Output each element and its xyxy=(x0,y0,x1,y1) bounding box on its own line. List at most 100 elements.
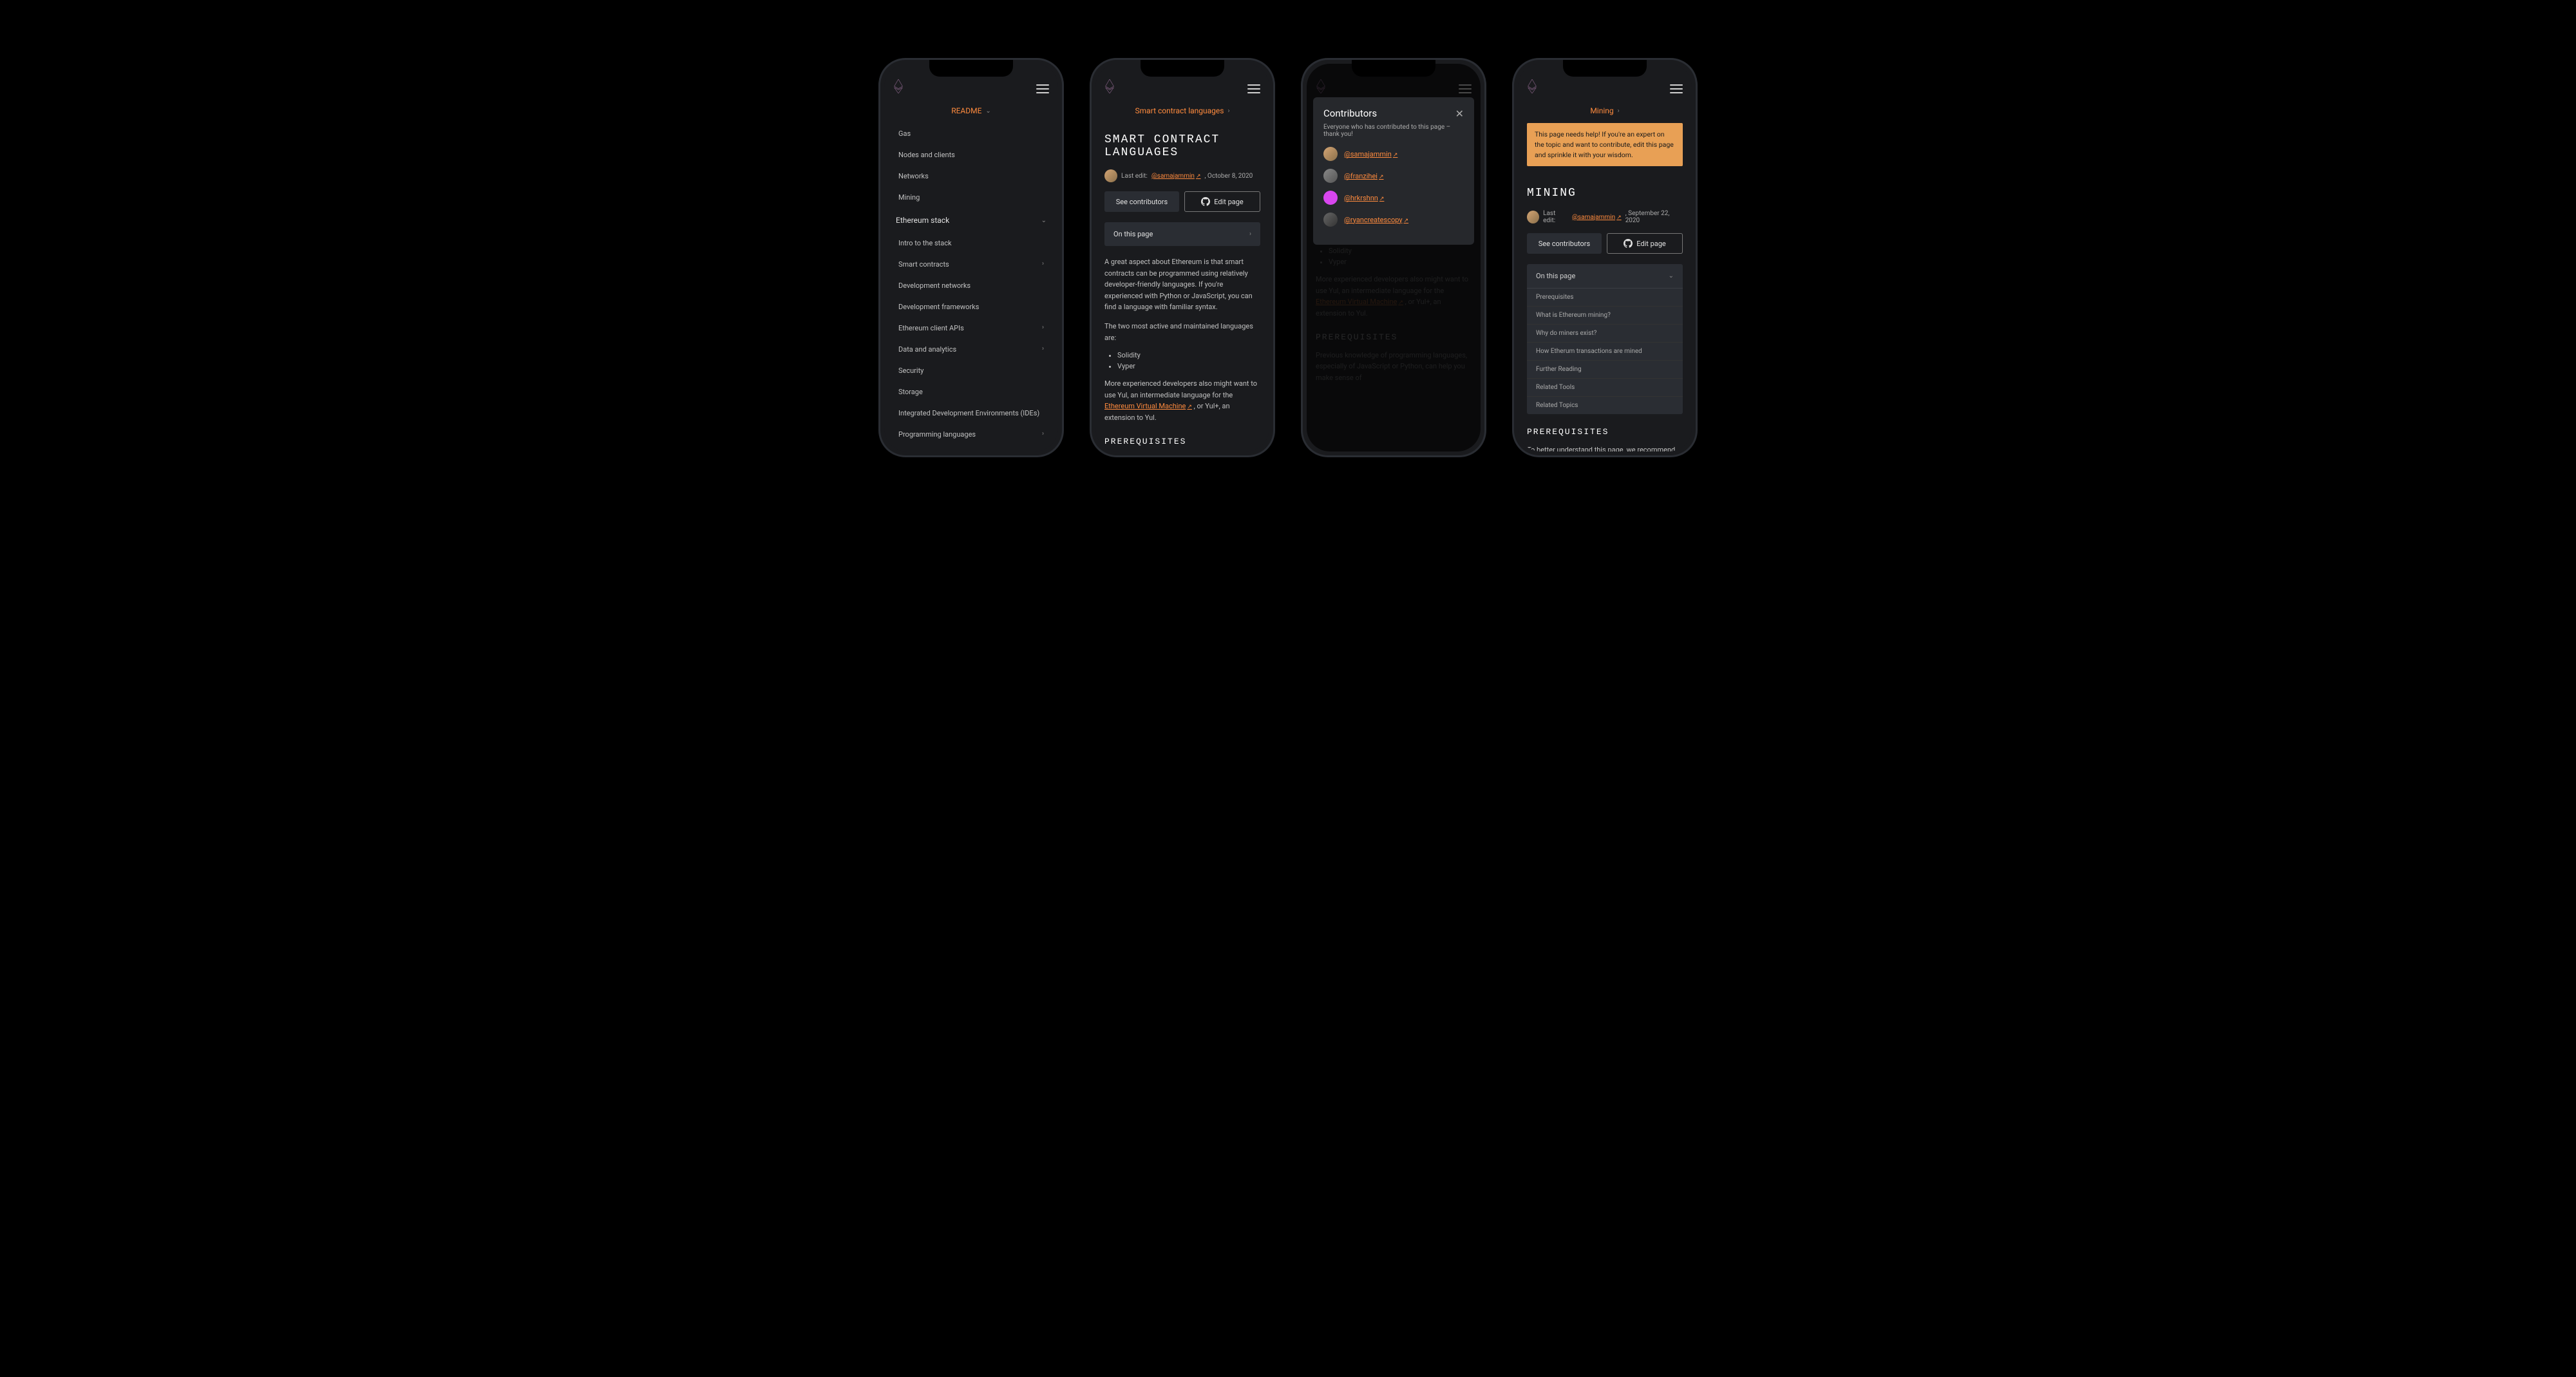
nav-item[interactable]: Programming languages› xyxy=(893,424,1049,445)
hamburger-menu-button[interactable] xyxy=(1247,84,1260,93)
see-contributors-button[interactable]: See contributors xyxy=(1527,233,1602,254)
see-contributors-button[interactable]: See contributors xyxy=(1104,191,1179,212)
edit-page-button[interactable]: Edit page xyxy=(1607,233,1683,254)
avatar xyxy=(1323,191,1338,205)
toc-item[interactable]: Prerequisites xyxy=(1527,289,1683,307)
phone-notch xyxy=(1352,60,1435,77)
editor-link[interactable]: @samajammin↗ xyxy=(1151,173,1201,180)
external-link-icon: ↗ xyxy=(1379,174,1384,180)
external-link-icon: ↗ xyxy=(1379,196,1385,202)
toc-item[interactable]: Further Reading xyxy=(1527,361,1683,379)
close-icon[interactable]: ✕ xyxy=(1455,108,1464,120)
external-link-icon: ↗ xyxy=(1616,214,1622,221)
toc-header[interactable]: On this page ⌄ xyxy=(1527,264,1683,289)
breadcrumb[interactable]: Smart contract languages › xyxy=(1095,99,1269,123)
toc-item[interactable]: Related Tools xyxy=(1527,379,1683,397)
avatar xyxy=(1323,169,1338,183)
accordion-label: On this page xyxy=(1113,230,1153,238)
contributors-modal: Contributors ✕ Everyone who has contribu… xyxy=(1313,97,1474,245)
body-paragraph: The two most active and maintained langu… xyxy=(1104,321,1260,343)
toc-item[interactable]: Why do miners exist? xyxy=(1527,325,1683,343)
breadcrumb[interactable]: Mining › xyxy=(1518,99,1692,123)
nav-item[interactable]: Data and analytics› xyxy=(893,339,1049,360)
phone-notch xyxy=(1563,60,1647,77)
github-icon xyxy=(1624,239,1633,248)
chevron-down-icon: ⌄ xyxy=(1041,217,1046,224)
chevron-right-icon: › xyxy=(1618,108,1620,115)
body-paragraph: More experienced developers also might w… xyxy=(1104,378,1260,423)
ethereum-logo-icon[interactable] xyxy=(1527,79,1537,93)
contributor-link[interactable]: @franzihei↗ xyxy=(1344,172,1384,180)
contributor-row: @ryancreatescopy↗ xyxy=(1323,213,1464,227)
nav-item[interactable]: Nodes and clients xyxy=(893,144,1049,166)
modal-header: Contributors ✕ xyxy=(1323,108,1464,120)
ethereum-logo-icon[interactable] xyxy=(893,79,904,93)
avatar xyxy=(1527,211,1539,223)
on-this-page-toc: On this page ⌄ PrerequisitesWhat is Ethe… xyxy=(1527,264,1683,414)
chevron-right-icon: › xyxy=(1227,108,1229,115)
nav-item[interactable]: Security xyxy=(893,360,1049,381)
last-edit-label: Last edit: xyxy=(1543,210,1568,224)
languages-list: Solidity Vyper xyxy=(1104,351,1260,370)
avatar xyxy=(1323,147,1338,161)
breadcrumb[interactable]: README ⌄ xyxy=(884,99,1058,123)
edit-page-button[interactable]: Edit page xyxy=(1184,191,1260,212)
toc-item[interactable]: Related Topics xyxy=(1527,397,1683,414)
nav-item[interactable]: Mining xyxy=(893,187,1049,208)
nav-item[interactable]: Storage xyxy=(893,381,1049,403)
nav-list-top: Gas Nodes and clients Networks Mining xyxy=(893,123,1049,208)
nav-item[interactable]: Smart contracts› xyxy=(893,254,1049,275)
toc-item[interactable]: What is Ethereum mining? xyxy=(1527,307,1683,325)
nav-item[interactable]: Ethereum client APIs› xyxy=(893,318,1049,339)
edit-date: , September 22, 2020 xyxy=(1625,210,1683,224)
github-icon xyxy=(1201,197,1210,206)
nav-item[interactable]: Gas xyxy=(893,123,1049,144)
modal-title: Contributors xyxy=(1323,108,1377,119)
last-edit-label: Last edit: xyxy=(1121,173,1148,180)
action-buttons: See contributors Edit page xyxy=(1527,233,1683,254)
external-link-icon: ↗ xyxy=(1404,218,1409,224)
prerequisites-heading: PREREQUISITES xyxy=(1104,437,1260,446)
hamburger-menu-button[interactable] xyxy=(1670,84,1683,93)
external-link-icon: ↗ xyxy=(1187,404,1192,410)
chevron-down-icon: ⌄ xyxy=(1669,272,1674,280)
breadcrumb-label: README xyxy=(951,106,981,115)
breadcrumb-label: Smart contract languages xyxy=(1135,106,1224,115)
phone-mockup-4: Mining › This page needs help! If you're… xyxy=(1512,58,1698,457)
toc-item[interactable]: How Etherum transactions are mined xyxy=(1527,343,1683,361)
nav-list-ethstack: Intro to the stackSmart contracts›Develo… xyxy=(893,233,1049,445)
ethereum-logo-icon[interactable] xyxy=(1104,79,1115,93)
chevron-right-icon: › xyxy=(1042,260,1044,269)
chevron-right-icon: › xyxy=(1249,231,1251,238)
contributor-link[interactable]: @samajammin↗ xyxy=(1344,150,1397,158)
chevron-down-icon: ⌄ xyxy=(985,108,990,115)
breadcrumb-label: Mining xyxy=(1590,106,1613,115)
phone-mockup-1: README ⌄ Gas Nodes and clients Networks … xyxy=(878,58,1064,457)
button-label: Edit page xyxy=(1214,198,1244,206)
nav-item[interactable]: Integrated Development Environments (IDE… xyxy=(893,403,1049,424)
phone-notch xyxy=(929,60,1013,77)
content-area: SMART CONTRACT LANGUAGES Last edit: @sam… xyxy=(1095,123,1269,446)
body-paragraph: A great aspect about Ethereum is that sm… xyxy=(1104,256,1260,313)
external-link-icon: ↗ xyxy=(1393,152,1398,158)
evm-link[interactable]: Ethereum Virtual Machine↗ xyxy=(1104,402,1192,410)
nav-item[interactable]: Networks xyxy=(893,166,1049,187)
chevron-right-icon: › xyxy=(1042,324,1044,332)
editor-link[interactable]: @samajammin↗ xyxy=(1572,214,1622,221)
button-label: Edit page xyxy=(1636,240,1666,248)
hamburger-menu-button[interactable] xyxy=(1036,84,1049,93)
contributor-row: @franzihei↗ xyxy=(1323,169,1464,183)
contributor-link[interactable]: @hrkrshnn↗ xyxy=(1344,194,1384,202)
nav-item[interactable]: Intro to the stack xyxy=(893,233,1049,254)
nav-item[interactable]: Development networks xyxy=(893,275,1049,296)
page-title: SMART CONTRACT LANGUAGES xyxy=(1104,133,1260,159)
body-paragraph: To better understand this page, we recom… xyxy=(1527,444,1683,451)
phone-screen: Smart contract languages › SMART CONTRAC… xyxy=(1095,64,1269,451)
nav-section-advanced[interactable]: Advanced › xyxy=(893,445,1049,446)
phone-notch xyxy=(1141,60,1224,77)
nav-item[interactable]: Development frameworks xyxy=(893,296,1049,318)
on-this-page-accordion[interactable]: On this page › xyxy=(1104,222,1260,246)
content-area: Gas Nodes and clients Networks Mining Et… xyxy=(884,123,1058,446)
nav-section-ethereum-stack[interactable]: Ethereum stack ⌄ xyxy=(893,208,1049,233)
contributor-link[interactable]: @ryancreatescopy↗ xyxy=(1344,216,1408,224)
